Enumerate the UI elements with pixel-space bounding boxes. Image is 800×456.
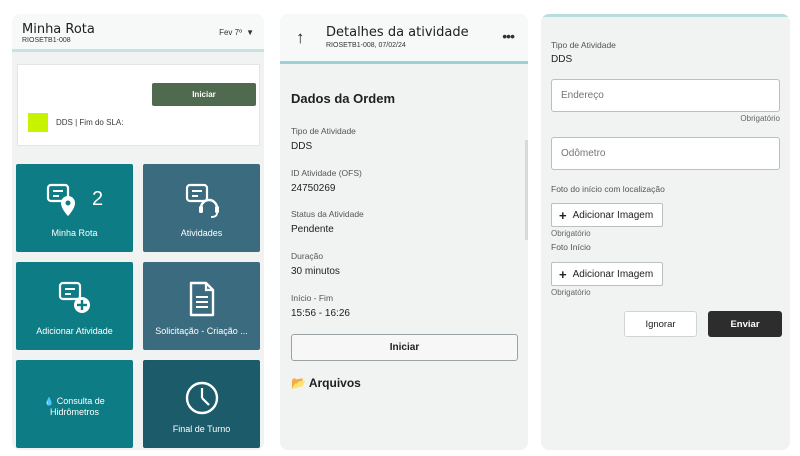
arquivos-section[interactable]: 📂 Arquivos	[291, 376, 361, 390]
tile-label: Adicionar Atividade	[36, 326, 113, 336]
enviar-button[interactable]: Enviar	[708, 311, 782, 337]
minha-rota-panel: Minha Rota RIOSETB1-008 Fev 7º ▼ Iniciar…	[12, 14, 264, 450]
field-value: DDS	[551, 54, 573, 65]
page-title: Detalhes da atividade	[326, 25, 469, 40]
caret-down-icon[interactable]: ▼	[246, 28, 254, 37]
more-options-icon[interactable]: •••	[502, 28, 515, 44]
required-hint: Obrigatório	[551, 229, 591, 238]
minha-rota-header: Minha Rota RIOSETB1-008 Fev 7º ▼	[12, 14, 264, 52]
clock-icon	[184, 380, 220, 421]
tile-atividades[interactable]: Atividades	[143, 164, 260, 252]
odometro-input[interactable]	[551, 137, 780, 170]
field-label: Tipo de Atividade	[551, 40, 616, 50]
field-label: Duração	[291, 251, 324, 261]
sla-text: DDS | Fim do SLA:	[56, 118, 124, 127]
tile-label: Atividades	[180, 228, 223, 238]
field-label: Foto do início com localização	[551, 184, 665, 194]
sla-card[interactable]: Iniciar DDS | Fim do SLA:	[17, 64, 260, 146]
iniciar-button[interactable]: Iniciar	[152, 83, 256, 106]
field-value: 15:56 - 16:26	[291, 308, 350, 319]
route-pin-icon	[46, 182, 80, 223]
field-value: Pendente	[291, 224, 334, 235]
field-value: 30 minutos	[291, 266, 340, 277]
tile-label: Final de Turno	[172, 424, 231, 434]
add-activity-icon	[57, 280, 93, 321]
form-panel: Tipo de Atividade DDS Obrigatório Foto d…	[541, 14, 790, 450]
date-selector[interactable]: Fev 7º	[219, 28, 242, 37]
field-label: Início - Fim	[291, 293, 334, 303]
section-title: Dados da Ordem	[291, 91, 396, 106]
field-label: ID Atividade (OFS)	[291, 168, 362, 178]
tile-label: Solicitação - Criação ...	[155, 326, 248, 336]
route-id: RIOSETB1-008	[22, 37, 71, 44]
sla-status-swatch	[28, 113, 48, 132]
field-value: 24750269	[291, 183, 336, 194]
add-image-button[interactable]: + Adicionar Imagem	[551, 203, 663, 227]
detalhes-panel: ↑ Detalhes da atividade RIOSETB1-008, 07…	[280, 14, 528, 450]
required-hint: Obrigatório	[551, 288, 591, 297]
tile-consulta-hidrometros[interactable]: 💧 Consulta de Hidrômetros	[16, 360, 133, 448]
activities-headset-icon	[184, 182, 220, 223]
back-arrow-icon[interactable]: ↑	[296, 28, 305, 48]
required-hint: Obrigatório	[740, 114, 780, 123]
tile-solicitacao-criacao[interactable]: Solicitação - Criação ...	[143, 262, 260, 350]
field-label: Foto Início	[551, 242, 591, 252]
route-count: 2	[92, 188, 104, 210]
plus-icon: +	[559, 207, 567, 223]
iniciar-button[interactable]: Iniciar	[291, 334, 518, 361]
plus-icon: +	[559, 266, 567, 282]
tile-minha-rota[interactable]: 2 Minha Rota	[16, 164, 133, 252]
scrollbar[interactable]	[525, 140, 528, 240]
endereco-input[interactable]	[551, 79, 780, 112]
page-title: Minha Rota	[22, 22, 95, 37]
detalhes-header: ↑ Detalhes da atividade RIOSETB1-008, 07…	[280, 14, 528, 64]
field-value: DDS	[291, 141, 313, 152]
tile-label: Minha Rota	[51, 228, 98, 238]
activity-subtitle: RIOSETB1-008, 07/02/24	[326, 42, 406, 49]
ignorar-button[interactable]: Ignorar	[624, 311, 697, 337]
field-label: Tipo de Atividade	[291, 126, 356, 136]
tile-final-de-turno[interactable]: Final de Turno	[143, 360, 260, 448]
field-label: Status da Atividade	[291, 209, 364, 219]
folder-icon: 📂	[291, 376, 306, 390]
tile-label: 💧 Consulta de Hidrômetros	[44, 396, 105, 417]
document-icon	[187, 280, 217, 323]
tile-adicionar-atividade[interactable]: Adicionar Atividade	[16, 262, 133, 350]
add-image-button[interactable]: + Adicionar Imagem	[551, 262, 663, 286]
top-accent-bar	[541, 14, 790, 17]
water-meter-icon: 💧	[44, 397, 55, 406]
